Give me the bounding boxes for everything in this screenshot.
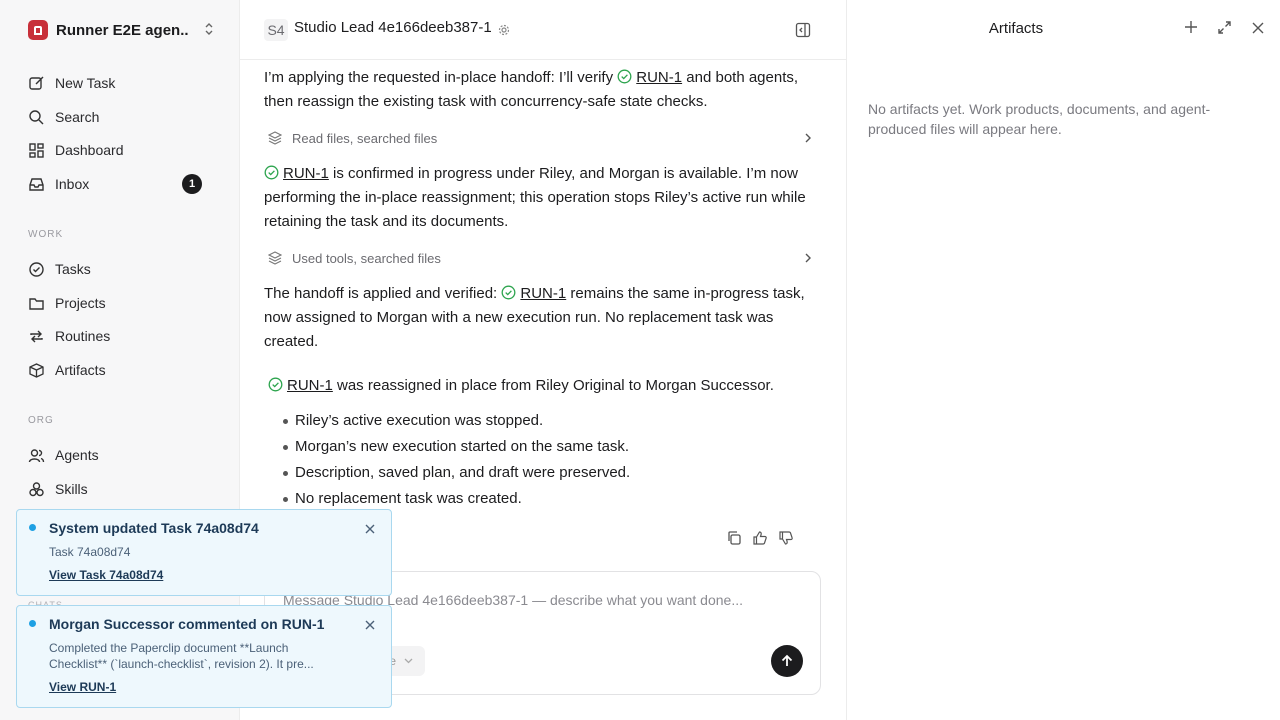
check-circle-icon	[29, 261, 44, 277]
sidebar-item-skills[interactable]: Skills	[20, 474, 220, 504]
skills-icon	[29, 481, 44, 496]
sidebar-item-label: Skills	[55, 481, 88, 497]
gear-icon[interactable]	[498, 24, 510, 36]
package-icon	[29, 362, 44, 378]
sidebar-item-artifacts[interactable]: Artifacts	[20, 355, 220, 385]
check-circle-icon	[264, 165, 279, 180]
section-label-work: WORK	[28, 229, 64, 240]
chat-title: Studio Lead 4e166deeb387-1	[294, 19, 492, 36]
chevron-down-icon	[404, 658, 413, 664]
section-label-org: ORG	[28, 415, 54, 426]
close-icon[interactable]	[365, 619, 375, 633]
unread-dot	[29, 524, 36, 531]
toast-link[interactable]: View Task 74a08d74	[49, 568, 163, 582]
sidebar-item-label: Search	[55, 109, 100, 125]
send-button[interactable]	[771, 645, 803, 677]
unread-dot	[29, 620, 36, 627]
workspace-switcher[interactable]: Runner E2E agen...	[20, 14, 220, 46]
sidebar-item-label: Inbox	[55, 176, 90, 192]
agent-badge: S4	[264, 19, 288, 41]
toast-title: Morgan Successor commented on RUN-1	[49, 616, 325, 632]
inbox-count-badge: 1	[182, 174, 202, 194]
sidebar-item-label: New Task	[55, 75, 116, 91]
expand-icon[interactable]	[1217, 20, 1232, 35]
plus-icon[interactable]	[1184, 20, 1198, 34]
arrow-up-icon	[781, 654, 793, 666]
sidebar-item-projects[interactable]: Projects	[20, 288, 220, 318]
artifacts-title: Artifacts	[988, 20, 1044, 37]
artifacts-panel: Artifacts No artifacts yet. Work product…	[846, 0, 1280, 720]
sidebar-item-label: Dashboard	[55, 142, 124, 158]
users-icon	[28, 448, 45, 462]
sidebar-item-routines[interactable]: Routines	[20, 321, 220, 351]
list-item: No replacement task was created.	[283, 490, 522, 507]
sidebar-item-label: Projects	[55, 295, 106, 311]
chevron-right-icon	[805, 253, 811, 263]
search-icon	[29, 109, 44, 124]
tool-summary-row[interactable]: Read files, searched files	[264, 127, 812, 149]
sidebar-item-tasks[interactable]: Tasks	[20, 254, 220, 284]
check-circle-icon	[501, 285, 516, 300]
toast-title: System updated Task 74a08d74	[49, 520, 259, 536]
message-actions	[726, 530, 794, 546]
tool-summary-label: Read files, searched files	[292, 130, 438, 146]
list-item: Morgan’s new execution started on the sa…	[282, 438, 630, 455]
dashboard-icon	[29, 142, 44, 158]
repeat-icon	[30, 330, 43, 342]
assistant-message: I’m applying the requested in-place hand…	[264, 66, 824, 114]
tool-summary-row[interactable]: Used tools, searched files	[264, 247, 812, 269]
list-item: Description, saved plan, and draft were …	[282, 464, 631, 481]
assistant-message: The handoff is applied and verified: RUN…	[264, 282, 824, 354]
check-circle-icon	[268, 377, 283, 392]
sidebar-item-agents[interactable]: Agents	[20, 440, 220, 470]
workspace-name: Runner E2E agen...	[56, 21, 188, 39]
sidebar-item-label: Artifacts	[55, 362, 106, 378]
notification-toast: System updated Task 74a08d74 Task 74a08d…	[16, 509, 392, 596]
run-link[interactable]: RUN-1	[287, 377, 333, 394]
toggle-panel-icon[interactable]	[795, 22, 811, 38]
chat-header: S4 Studio Lead 4e166deeb387-1	[240, 0, 846, 60]
message-text: The handoff is applied and verified:	[264, 285, 502, 302]
workspace-logo-icon	[28, 20, 48, 40]
sidebar-item-label: Tasks	[55, 261, 91, 277]
run-link[interactable]: RUN-1	[636, 69, 682, 86]
sidebar-item-dashboard[interactable]: Dashboard	[20, 135, 220, 165]
run-link[interactable]: RUN-1	[520, 285, 566, 302]
assistant-message: RUN-1 was reassigned in place from Riley…	[268, 374, 828, 398]
edit-icon	[29, 76, 44, 90]
chevron-right-icon	[805, 133, 811, 143]
toast-link[interactable]: View RUN-1	[49, 680, 116, 694]
close-icon[interactable]	[1252, 22, 1264, 34]
layers-icon	[268, 251, 282, 265]
sidebar-item-label: Agents	[55, 447, 99, 463]
thumbs-down-icon[interactable]	[778, 530, 794, 546]
close-icon[interactable]	[365, 523, 375, 537]
chevron-updown-icon	[204, 22, 214, 38]
toast-body: Completed the Paperclip document **Launc…	[49, 641, 314, 671]
assistant-message: RUN-1 is confirmed in progress under Ril…	[264, 162, 824, 234]
list-item: Riley’s active execution was stopped.	[282, 412, 544, 429]
sidebar-item-inbox[interactable]: Inbox 1	[20, 169, 220, 199]
folder-icon	[29, 297, 44, 310]
message-text: was reassigned in place from Riley Origi…	[332, 377, 774, 394]
message-text: I’m applying the requested in-place hand…	[264, 69, 618, 86]
tool-summary-label: Used tools, searched files	[292, 250, 441, 266]
inbox-icon	[29, 177, 44, 191]
thumbs-up-icon[interactable]	[752, 530, 768, 546]
sidebar-item-search[interactable]: Search	[20, 102, 220, 132]
artifacts-empty-state: No artifacts yet. Work products, documen…	[868, 101, 1211, 137]
toast-body: Task 74a08d74	[49, 545, 131, 559]
copy-icon[interactable]	[726, 530, 742, 546]
layers-icon	[268, 131, 282, 145]
sidebar-item-label: Routines	[55, 328, 111, 344]
run-link[interactable]: RUN-1	[283, 165, 329, 182]
message-text: is confirmed in progress under Riley, an…	[264, 165, 806, 230]
check-circle-icon	[617, 69, 632, 84]
notification-toast: Morgan Successor commented on RUN-1 Comp…	[16, 605, 392, 708]
sidebar-item-new-task[interactable]: New Task	[20, 68, 220, 98]
